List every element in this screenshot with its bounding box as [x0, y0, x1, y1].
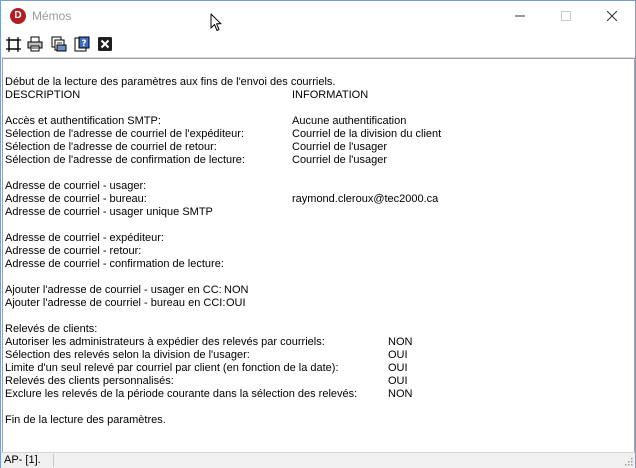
print-icon	[27, 36, 43, 52]
sender-email-label: Adresse de courriel - expéditeur:	[5, 232, 164, 244]
close-icon	[607, 11, 617, 21]
minimize-button[interactable]	[497, 1, 543, 31]
office-email-label: Adresse de courriel - bureau:	[5, 193, 147, 205]
help-button[interactable]: ?	[74, 36, 90, 52]
title-bar[interactable]: D Mémos	[1, 1, 635, 31]
status-bar: AP- [1].	[1, 452, 635, 468]
cc-user-value: NON	[224, 284, 249, 296]
return-email-label: Adresse de courriel - retour:	[5, 245, 142, 257]
close-document-button[interactable]	[97, 36, 113, 52]
sender-address-label: Sélection de l'adresse de courriel de l'…	[5, 128, 245, 140]
return-address-value: Courriel de l'usager	[292, 141, 388, 153]
custom-statements-value: OUI	[388, 375, 408, 387]
exclude-current-period-value: NON	[388, 388, 413, 400]
statements-title: Relevés de clients:	[5, 323, 98, 335]
admin-send-statements-label: Autoriser les administrateurs à expédier…	[5, 336, 325, 348]
status-text: AP- [1].	[4, 454, 41, 466]
statements-by-division-value: OUI	[388, 349, 408, 361]
admin-send-statements-value: NON	[388, 336, 413, 348]
read-receipt-email-label: Adresse de courriel - confirmation de le…	[5, 258, 224, 270]
smtp-auth-label: Accès et authentification SMTP:	[5, 115, 161, 127]
one-statement-limit-label: Limite d'un seul relevé par courriel par…	[5, 362, 339, 374]
help-icon: ?	[74, 36, 90, 52]
toolbar: ?	[1, 31, 635, 58]
close-document-icon	[98, 37, 112, 51]
print-button[interactable]	[27, 36, 43, 52]
report-intro: Début de la lecture des paramètres aux f…	[5, 76, 336, 88]
close-button[interactable]	[589, 1, 635, 31]
column-header-information: INFORMATION	[292, 89, 369, 101]
memos-window: D Mémos ? Début de la lecture des paramè…	[0, 0, 636, 468]
sender-address-value: Courriel de la division du client	[292, 128, 442, 140]
status-separator	[53, 454, 54, 467]
report-end: Fin de la lecture des paramètres.	[5, 414, 166, 426]
column-header-description: DESCRIPTION	[5, 89, 81, 101]
report-area[interactable]: Début de la lecture des paramètres aux f…	[2, 58, 635, 453]
window-title: Mémos	[32, 9, 72, 23]
resize-grip-icon[interactable]	[623, 456, 633, 466]
fit-page-button[interactable]	[5, 36, 21, 52]
statements-by-division-label: Sélection des relevés selon la division …	[5, 349, 250, 361]
print-preview-icon	[51, 36, 67, 52]
return-address-label: Sélection de l'adresse de courriel de re…	[5, 141, 217, 153]
read-receipt-address-value: Courriel de l'usager	[292, 154, 388, 166]
print-preview-button[interactable]	[51, 36, 67, 52]
read-receipt-address-label: Sélection de l'adresse de confirmation d…	[5, 154, 245, 166]
maximize-button[interactable]	[543, 1, 589, 31]
cc-user-label: Ajouter l'adresse de courriel - usager e…	[5, 284, 222, 296]
bcc-office-label: Ajouter l'adresse de courriel - bureau e…	[5, 297, 226, 309]
svg-text:?: ?	[81, 39, 86, 49]
mouse-cursor-icon	[210, 13, 222, 31]
bcc-office-value: OUI	[226, 297, 246, 309]
minimize-icon	[515, 15, 525, 17]
exclude-current-period-label: Exclure les relevés de la période couran…	[5, 388, 358, 400]
smtp-single-user-email-label: Adresse de courriel - usager unique SMTP	[5, 206, 213, 218]
maximize-icon	[561, 11, 571, 21]
one-statement-limit-value: OUI	[388, 362, 408, 374]
smtp-auth-value: Aucune authentification	[292, 115, 407, 127]
office-email-value: raymond.cleroux@tec2000.ca	[292, 193, 439, 205]
fit-page-icon	[5, 36, 21, 52]
custom-statements-label: Relevés des clients personnalisés:	[5, 375, 174, 387]
app-logo-icon: D	[10, 8, 26, 24]
user-email-label: Adresse de courriel - usager:	[5, 180, 147, 192]
